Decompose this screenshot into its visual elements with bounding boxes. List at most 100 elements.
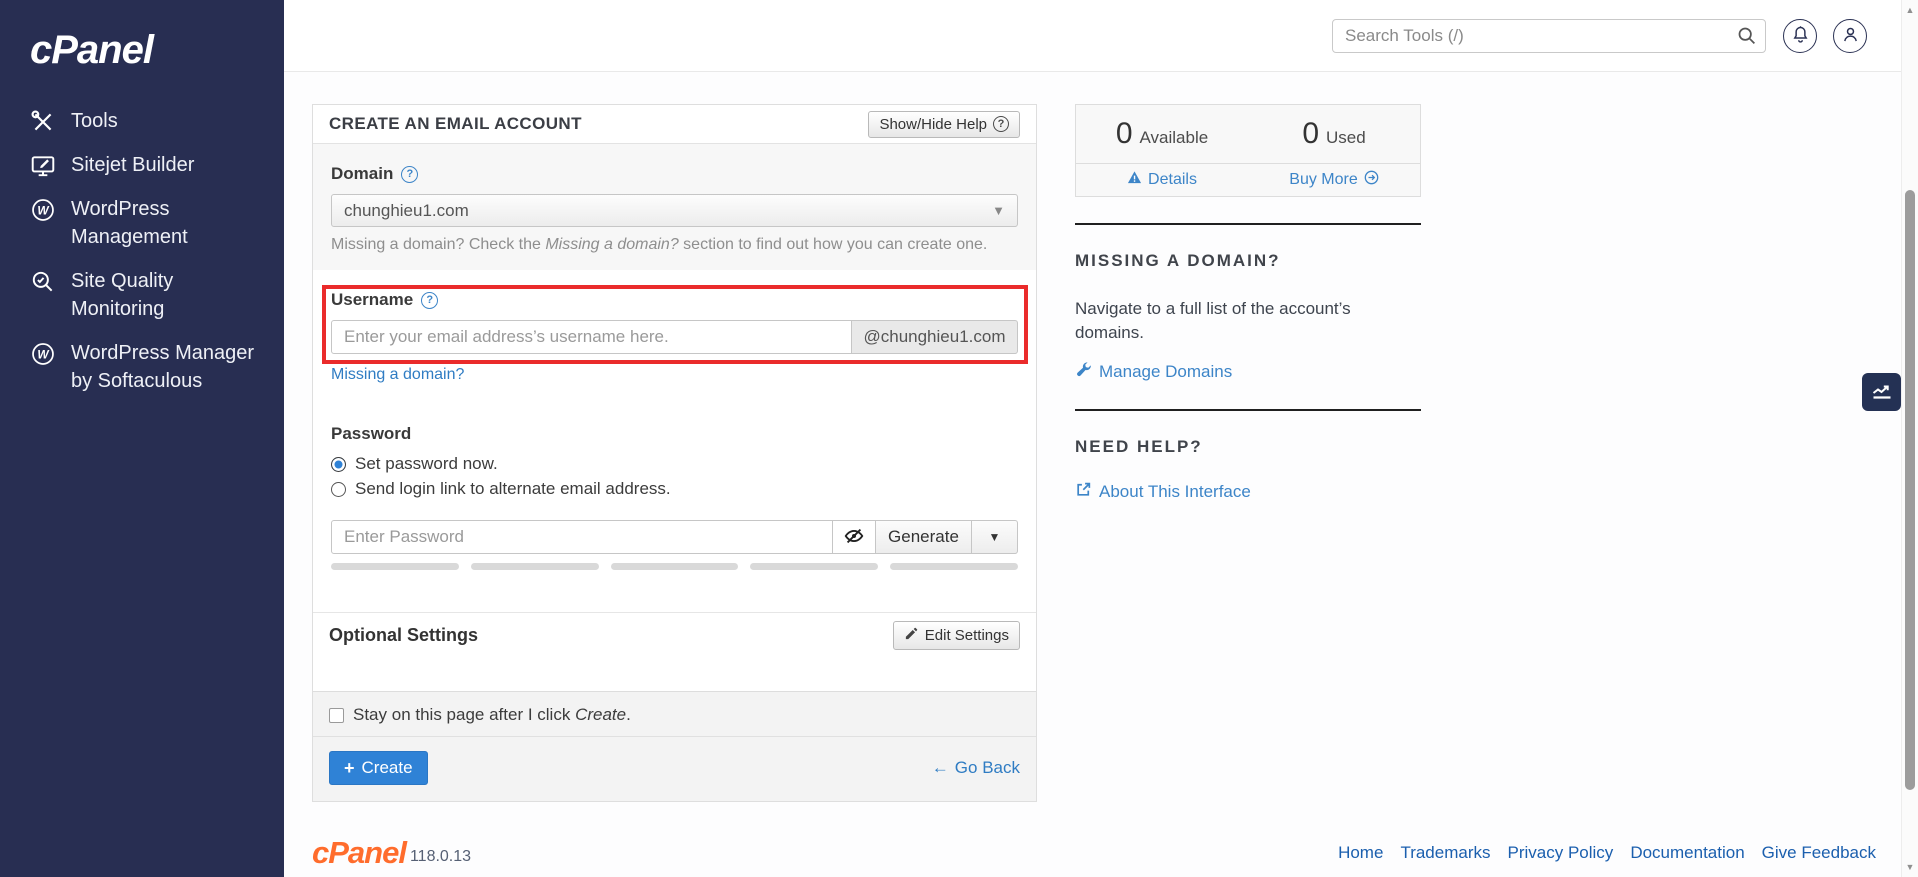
form-footer: Stay on this page after I click Create. …: [313, 691, 1036, 801]
dark-rule: [1075, 408, 1421, 411]
footer-link-home[interactable]: Home: [1338, 843, 1383, 863]
arrow-circle-icon: [1364, 170, 1379, 190]
sidebar-item-label: WordPress Manager by Softaculous: [71, 342, 255, 392]
show-hide-help-label: Show/Hide Help: [879, 115, 987, 133]
password-label: Password: [331, 424, 412, 443]
buy-more-link[interactable]: Buy More: [1248, 164, 1420, 196]
right-column: 0 Available 0 Used Details Buy More MISS…: [1075, 104, 1421, 503]
search-input[interactable]: [1332, 19, 1766, 53]
optional-settings-row: Optional Settings Edit Settings: [313, 613, 1036, 658]
wordpress-icon: W: [30, 341, 56, 367]
search-icon[interactable]: [1736, 25, 1757, 46]
scrollbar-thumb[interactable]: [1905, 190, 1915, 790]
caret-down-icon: ▼: [992, 203, 1005, 218]
main-content: CREATE AN EMAIL ACCOUNT Show/Hide Help ?…: [284, 72, 1918, 877]
optional-settings-label: Optional Settings: [329, 625, 479, 645]
search-box: [1332, 19, 1766, 53]
cpanel-sidebar-logo[interactable]: cPanel: [30, 28, 284, 73]
scroll-down-arrow[interactable]: ▼: [1902, 862, 1918, 872]
footer-link-documentation[interactable]: Documentation: [1630, 843, 1744, 863]
scroll-up-arrow[interactable]: ▲: [1902, 5, 1918, 15]
account-button[interactable]: [1833, 19, 1867, 53]
sidebar: cPanel Tools Sitejet Builder W WordPress…: [0, 0, 284, 877]
cpanel-footer-logo[interactable]: cPanel: [312, 835, 407, 871]
stay-on-page-label: Stay on this page after I click Create.: [353, 705, 631, 724]
password-group: Password Set password now. Send login li…: [313, 384, 1036, 570]
footer-link-trademarks[interactable]: Trademarks: [1400, 843, 1490, 863]
missing-domain-title: MISSING A DOMAIN?: [1075, 251, 1281, 270]
create-button-label: Create: [361, 758, 413, 777]
quota-available: 0 Available: [1076, 105, 1248, 163]
sitejet-icon: [30, 153, 56, 179]
cpanel-app: cPanel Tools Sitejet Builder W WordPress…: [0, 0, 1918, 877]
sidebar-item-sitejet-builder[interactable]: Sitejet Builder: [0, 143, 284, 187]
set-password-label: Set password now.: [355, 454, 498, 473]
domain-group: Domain ? chunghieu1.com ▼ Missing a doma…: [313, 144, 1036, 270]
toggle-password-visibility-button[interactable]: [833, 520, 876, 554]
notifications-button[interactable]: [1783, 19, 1817, 53]
generate-options-button[interactable]: ▼: [972, 520, 1018, 554]
edit-settings-button[interactable]: Edit Settings: [892, 621, 1020, 650]
page-title: CREATE AN EMAIL ACCOUNT: [329, 114, 582, 133]
top-bar: [284, 0, 1918, 72]
svg-text:W: W: [37, 347, 50, 361]
sidebar-item-label: WordPress Management: [71, 198, 188, 248]
about-this-interface-link[interactable]: About This Interface: [1075, 481, 1251, 503]
go-back-link[interactable]: ← Go Back: [932, 758, 1020, 778]
username-input[interactable]: [331, 320, 852, 354]
sidebar-item-site-quality-monitoring[interactable]: Site Quality Monitoring: [0, 259, 284, 331]
username-group: Username ? @chunghieu1.com Missing a dom…: [313, 270, 1036, 384]
password-input[interactable]: [331, 520, 833, 554]
sidebar-item-label: Tools: [71, 110, 118, 132]
domain-addon: @chunghieu1.com: [852, 320, 1018, 354]
sidebar-item-wordpress-management[interactable]: W WordPress Management: [0, 187, 284, 259]
send-login-link-radio[interactable]: [331, 481, 346, 497]
email-quota-box: 0 Available 0 Used Details Buy More: [1075, 104, 1421, 197]
used-count: 0: [1302, 117, 1319, 150]
sidebar-nav: Tools Sitejet Builder W WordPress Manage…: [0, 99, 284, 403]
available-label: Available: [1139, 128, 1209, 147]
warning-icon: [1127, 170, 1142, 190]
show-hide-help-button[interactable]: Show/Hide Help ?: [868, 110, 1020, 138]
version-number: 118.0.13: [409, 848, 472, 865]
external-link-icon: [1075, 481, 1092, 503]
buy-more-label: Buy More: [1289, 171, 1358, 188]
manage-domains-label: Manage Domains: [1099, 361, 1233, 381]
site-quality-icon: [30, 269, 56, 295]
panel-header: CREATE AN EMAIL ACCOUNT Show/Hide Help ?: [313, 105, 1036, 144]
stay-on-page-checkbox[interactable]: [329, 707, 344, 723]
footer-link-privacy-policy[interactable]: Privacy Policy: [1508, 843, 1614, 863]
domain-label: Domain: [331, 164, 394, 183]
details-link[interactable]: Details: [1076, 164, 1248, 196]
chart-line-icon: [1870, 379, 1894, 406]
missing-domain-text: Navigate to a full list of the account’s…: [1075, 299, 1351, 342]
analytics-flyout-button[interactable]: [1862, 373, 1901, 411]
sidebar-item-label: Sitejet Builder: [71, 154, 195, 176]
go-back-label: Go Back: [954, 758, 1020, 777]
footer-link-give-feedback[interactable]: Give Feedback: [1762, 843, 1876, 863]
dark-rule: [1075, 223, 1421, 225]
manage-domains-link[interactable]: Manage Domains: [1075, 361, 1232, 383]
domain-select[interactable]: chunghieu1.com ▼: [331, 194, 1018, 227]
vertical-scrollbar: ▲ ▼: [1901, 0, 1918, 877]
help-icon[interactable]: ?: [401, 165, 419, 183]
plus-icon: +: [344, 757, 355, 778]
details-label: Details: [1148, 171, 1197, 188]
sidebar-item-label: Site Quality Monitoring: [71, 270, 174, 320]
domain-select-value: chunghieu1.com: [344, 200, 469, 220]
help-icon[interactable]: ?: [421, 291, 439, 309]
generate-password-button[interactable]: Generate: [876, 520, 972, 554]
sidebar-item-tools[interactable]: Tools: [0, 99, 284, 143]
sidebar-item-wordpress-manager[interactable]: W WordPress Manager by Softaculous: [0, 331, 284, 403]
about-this-interface-label: About This Interface: [1099, 481, 1251, 501]
wordpress-icon: W: [30, 197, 56, 223]
create-email-panel: CREATE AN EMAIL ACCOUNT Show/Hide Help ?…: [312, 104, 1037, 802]
eye-slash-icon: [843, 525, 865, 550]
send-login-link-label: Send login link to alternate email addre…: [355, 479, 671, 498]
stay-on-page-row[interactable]: Stay on this page after I click Create.: [313, 692, 1036, 736]
svg-text:W: W: [37, 203, 50, 217]
create-button[interactable]: + Create: [329, 751, 428, 785]
password-strength-meter: [331, 563, 1018, 570]
set-password-radio[interactable]: [331, 456, 346, 472]
missing-domain-link[interactable]: Missing a domain?: [331, 366, 464, 384]
